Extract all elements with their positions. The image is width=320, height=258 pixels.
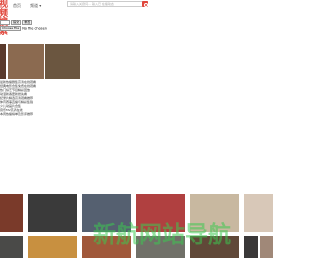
reset-button[interactable]: 重置 <box>22 20 33 25</box>
video-thumb[interactable] <box>28 194 77 232</box>
video-thumb[interactable] <box>0 236 23 258</box>
list-item[interactable]: 本周热播榜单及影评推荐 <box>0 112 33 116</box>
featured-thumb-2[interactable] <box>8 44 44 79</box>
nav-home[interactable]: 首页 <box>13 3 21 9</box>
video-thumb[interactable] <box>28 236 77 258</box>
search-input[interactable]: 请输入关键词… 输入已 在播动态 <box>67 1 148 7</box>
featured-thumb-1[interactable] <box>0 44 6 79</box>
submit-button[interactable]: 提交 <box>11 20 22 25</box>
file-status: No file chosen <box>22 26 47 31</box>
nav-channel-dropdown[interactable]: 频道 ▾ <box>30 3 41 9</box>
form-row: 提交 重置 <box>0 20 33 25</box>
site-logo[interactable]: 视频搜索 <box>0 1 11 37</box>
watermark: 新航网站导航 <box>93 222 231 248</box>
choose-file-button[interactable]: Choose File <box>0 26 22 31</box>
featured-thumb-3[interactable] <box>45 44 80 79</box>
video-thumb[interactable] <box>0 194 23 232</box>
search-button[interactable] <box>142 1 148 7</box>
text-field[interactable] <box>0 20 10 25</box>
search-placeholder: 请输入关键词… 输入已 在播动态 <box>70 2 114 6</box>
file-row: Choose File No file chosen <box>0 26 47 31</box>
